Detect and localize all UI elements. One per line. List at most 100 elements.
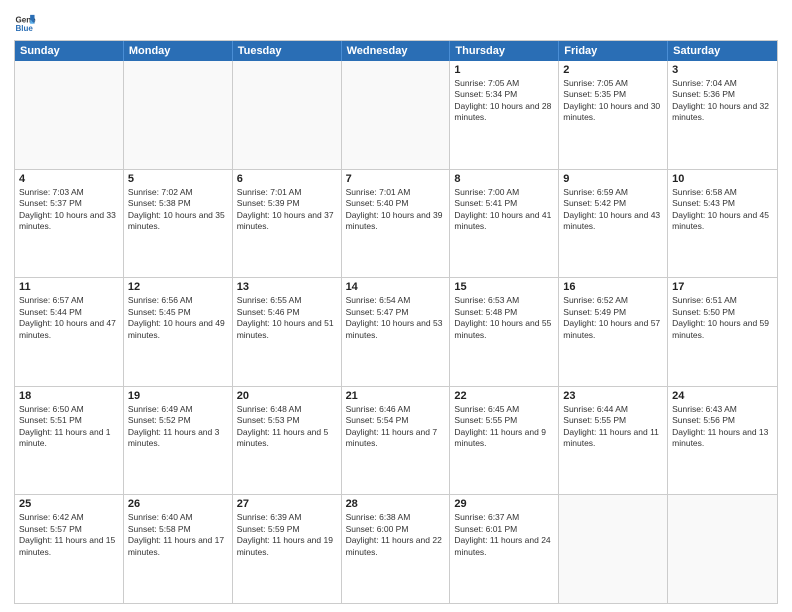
day-number: 18 xyxy=(19,390,119,402)
calendar-cell: 22 Sunrise: 6:45 AM Sunset: 5:55 PM Dayli… xyxy=(450,387,559,495)
day-number: 25 xyxy=(19,498,119,510)
calendar-cell: 21 Sunrise: 6:46 AM Sunset: 5:54 PM Dayli… xyxy=(342,387,451,495)
day-info: Sunrise: 7:01 AM Sunset: 5:39 PM Dayligh… xyxy=(237,187,337,233)
day-info: Sunrise: 6:51 AM Sunset: 5:50 PM Dayligh… xyxy=(672,295,773,341)
day-info: Sunrise: 6:43 AM Sunset: 5:56 PM Dayligh… xyxy=(672,404,773,450)
calendar-cell xyxy=(124,61,233,169)
calendar-cell: 15 Sunrise: 6:53 AM Sunset: 5:48 PM Dayli… xyxy=(450,278,559,386)
day-info: Sunrise: 6:37 AM Sunset: 6:01 PM Dayligh… xyxy=(454,512,554,558)
calendar-cell: 19 Sunrise: 6:49 AM Sunset: 5:52 PM Dayli… xyxy=(124,387,233,495)
day-info: Sunrise: 6:58 AM Sunset: 5:43 PM Dayligh… xyxy=(672,187,773,233)
calendar-cell: 12 Sunrise: 6:56 AM Sunset: 5:45 PM Dayli… xyxy=(124,278,233,386)
day-info: Sunrise: 7:00 AM Sunset: 5:41 PM Dayligh… xyxy=(454,187,554,233)
day-info: Sunrise: 6:50 AM Sunset: 5:51 PM Dayligh… xyxy=(19,404,119,450)
day-number: 23 xyxy=(563,390,663,402)
calendar-cell: 23 Sunrise: 6:44 AM Sunset: 5:55 PM Dayli… xyxy=(559,387,668,495)
calendar-cell xyxy=(559,495,668,603)
calendar-cell: 5 Sunrise: 7:02 AM Sunset: 5:38 PM Daylig… xyxy=(124,170,233,278)
day-number: 2 xyxy=(563,64,663,76)
calendar-row-2: 11Sunrise: 6:57 AM Sunset: 5:44 PM Dayli… xyxy=(15,277,777,386)
day-number: 7 xyxy=(346,173,446,185)
calendar-cell: 20 Sunrise: 6:48 AM Sunset: 5:53 PM Dayli… xyxy=(233,387,342,495)
day-number: 6 xyxy=(237,173,337,185)
day-number: 29 xyxy=(454,498,554,510)
day-number: 9 xyxy=(563,173,663,185)
day-number: 15 xyxy=(454,281,554,293)
day-number: 5 xyxy=(128,173,228,185)
day-info: Sunrise: 7:03 AM Sunset: 5:37 PM Dayligh… xyxy=(19,187,119,233)
day-info: Sunrise: 6:48 AM Sunset: 5:53 PM Dayligh… xyxy=(237,404,337,450)
header-day-thursday: Thursday xyxy=(450,41,559,61)
day-number: 11 xyxy=(19,281,119,293)
header-day-saturday: Saturday xyxy=(668,41,777,61)
calendar-cell: 28 Sunrise: 6:38 AM Sunset: 6:00 PM Dayli… xyxy=(342,495,451,603)
calendar-cell: 25Sunrise: 6:42 AM Sunset: 5:57 PM Dayli… xyxy=(15,495,124,603)
day-info: Sunrise: 6:46 AM Sunset: 5:54 PM Dayligh… xyxy=(346,404,446,450)
calendar-cell: 26 Sunrise: 6:40 AM Sunset: 5:58 PM Dayli… xyxy=(124,495,233,603)
calendar-cell: 8 Sunrise: 7:00 AM Sunset: 5:41 PM Daylig… xyxy=(450,170,559,278)
day-info: Sunrise: 6:49 AM Sunset: 5:52 PM Dayligh… xyxy=(128,404,228,450)
day-info: Sunrise: 6:38 AM Sunset: 6:00 PM Dayligh… xyxy=(346,512,446,558)
calendar-cell: 11Sunrise: 6:57 AM Sunset: 5:44 PM Dayli… xyxy=(15,278,124,386)
calendar-cell: 1Sunrise: 7:05 AM Sunset: 5:34 PM Daylig… xyxy=(450,61,559,169)
calendar-cell: 29 Sunrise: 6:37 AM Sunset: 6:01 PM Dayli… xyxy=(450,495,559,603)
calendar-cell: 18 Sunrise: 6:50 AM Sunset: 5:51 PM Dayli… xyxy=(15,387,124,495)
day-info: Sunrise: 6:40 AM Sunset: 5:58 PM Dayligh… xyxy=(128,512,228,558)
calendar-cell xyxy=(15,61,124,169)
calendar-cell: 10 Sunrise: 6:58 AM Sunset: 5:43 PM Dayli… xyxy=(668,170,777,278)
day-number: 28 xyxy=(346,498,446,510)
header-day-tuesday: Tuesday xyxy=(233,41,342,61)
calendar-cell: 16Sunrise: 6:52 AM Sunset: 5:49 PM Dayli… xyxy=(559,278,668,386)
day-info: Sunrise: 7:02 AM Sunset: 5:38 PM Dayligh… xyxy=(128,187,228,233)
day-number: 12 xyxy=(128,281,228,293)
day-info: Sunrise: 6:45 AM Sunset: 5:55 PM Dayligh… xyxy=(454,404,554,450)
day-number: 20 xyxy=(237,390,337,402)
day-info: Sunrise: 6:56 AM Sunset: 5:45 PM Dayligh… xyxy=(128,295,228,341)
calendar-cell: 3Sunrise: 7:04 AM Sunset: 5:36 PM Daylig… xyxy=(668,61,777,169)
day-number: 21 xyxy=(346,390,446,402)
calendar-cell: 9 Sunrise: 6:59 AM Sunset: 5:42 PM Daylig… xyxy=(559,170,668,278)
calendar: SundayMondayTuesdayWednesdayThursdayFrid… xyxy=(14,40,778,604)
day-info: Sunrise: 7:05 AM Sunset: 5:34 PM Dayligh… xyxy=(454,78,554,124)
day-info: Sunrise: 7:05 AM Sunset: 5:35 PM Dayligh… xyxy=(563,78,663,124)
svg-text:Blue: Blue xyxy=(15,24,33,33)
day-number: 14 xyxy=(346,281,446,293)
page: General Blue SundayMondayTuesdayWednesda… xyxy=(0,0,792,612)
calendar-cell: 17 Sunrise: 6:51 AM Sunset: 5:50 PM Dayli… xyxy=(668,278,777,386)
day-info: Sunrise: 6:54 AM Sunset: 5:47 PM Dayligh… xyxy=(346,295,446,341)
calendar-cell: 24Sunrise: 6:43 AM Sunset: 5:56 PM Dayli… xyxy=(668,387,777,495)
day-number: 19 xyxy=(128,390,228,402)
day-info: Sunrise: 6:39 AM Sunset: 5:59 PM Dayligh… xyxy=(237,512,337,558)
calendar-header: SundayMondayTuesdayWednesdayThursdayFrid… xyxy=(15,41,777,61)
calendar-cell: 6 Sunrise: 7:01 AM Sunset: 5:39 PM Daylig… xyxy=(233,170,342,278)
calendar-cell xyxy=(233,61,342,169)
day-info: Sunrise: 7:01 AM Sunset: 5:40 PM Dayligh… xyxy=(346,187,446,233)
day-number: 26 xyxy=(128,498,228,510)
calendar-cell xyxy=(668,495,777,603)
header-day-monday: Monday xyxy=(124,41,233,61)
calendar-cell: 2 Sunrise: 7:05 AM Sunset: 5:35 PM Daylig… xyxy=(559,61,668,169)
calendar-cell: 7 Sunrise: 7:01 AM Sunset: 5:40 PM Daylig… xyxy=(342,170,451,278)
calendar-cell: 13Sunrise: 6:55 AM Sunset: 5:46 PM Dayli… xyxy=(233,278,342,386)
calendar-row-1: 4Sunrise: 7:03 AM Sunset: 5:37 PM Daylig… xyxy=(15,169,777,278)
header-day-sunday: Sunday xyxy=(15,41,124,61)
logo-icon: General Blue xyxy=(14,12,36,34)
calendar-cell: 14 Sunrise: 6:54 AM Sunset: 5:47 PM Dayli… xyxy=(342,278,451,386)
header-day-wednesday: Wednesday xyxy=(342,41,451,61)
calendar-row-4: 25Sunrise: 6:42 AM Sunset: 5:57 PM Dayli… xyxy=(15,494,777,603)
day-info: Sunrise: 7:04 AM Sunset: 5:36 PM Dayligh… xyxy=(672,78,773,124)
calendar-cell xyxy=(342,61,451,169)
calendar-row-3: 18 Sunrise: 6:50 AM Sunset: 5:51 PM Dayli… xyxy=(15,386,777,495)
day-info: Sunrise: 6:53 AM Sunset: 5:48 PM Dayligh… xyxy=(454,295,554,341)
day-number: 8 xyxy=(454,173,554,185)
day-number: 27 xyxy=(237,498,337,510)
logo: General Blue xyxy=(14,12,38,34)
day-info: Sunrise: 6:44 AM Sunset: 5:55 PM Dayligh… xyxy=(563,404,663,450)
day-number: 17 xyxy=(672,281,773,293)
calendar-cell: 27 Sunrise: 6:39 AM Sunset: 5:59 PM Dayli… xyxy=(233,495,342,603)
day-number: 22 xyxy=(454,390,554,402)
calendar-cell: 4Sunrise: 7:03 AM Sunset: 5:37 PM Daylig… xyxy=(15,170,124,278)
day-number: 10 xyxy=(672,173,773,185)
day-info: Sunrise: 6:59 AM Sunset: 5:42 PM Dayligh… xyxy=(563,187,663,233)
day-info: Sunrise: 6:55 AM Sunset: 5:46 PM Dayligh… xyxy=(237,295,337,341)
